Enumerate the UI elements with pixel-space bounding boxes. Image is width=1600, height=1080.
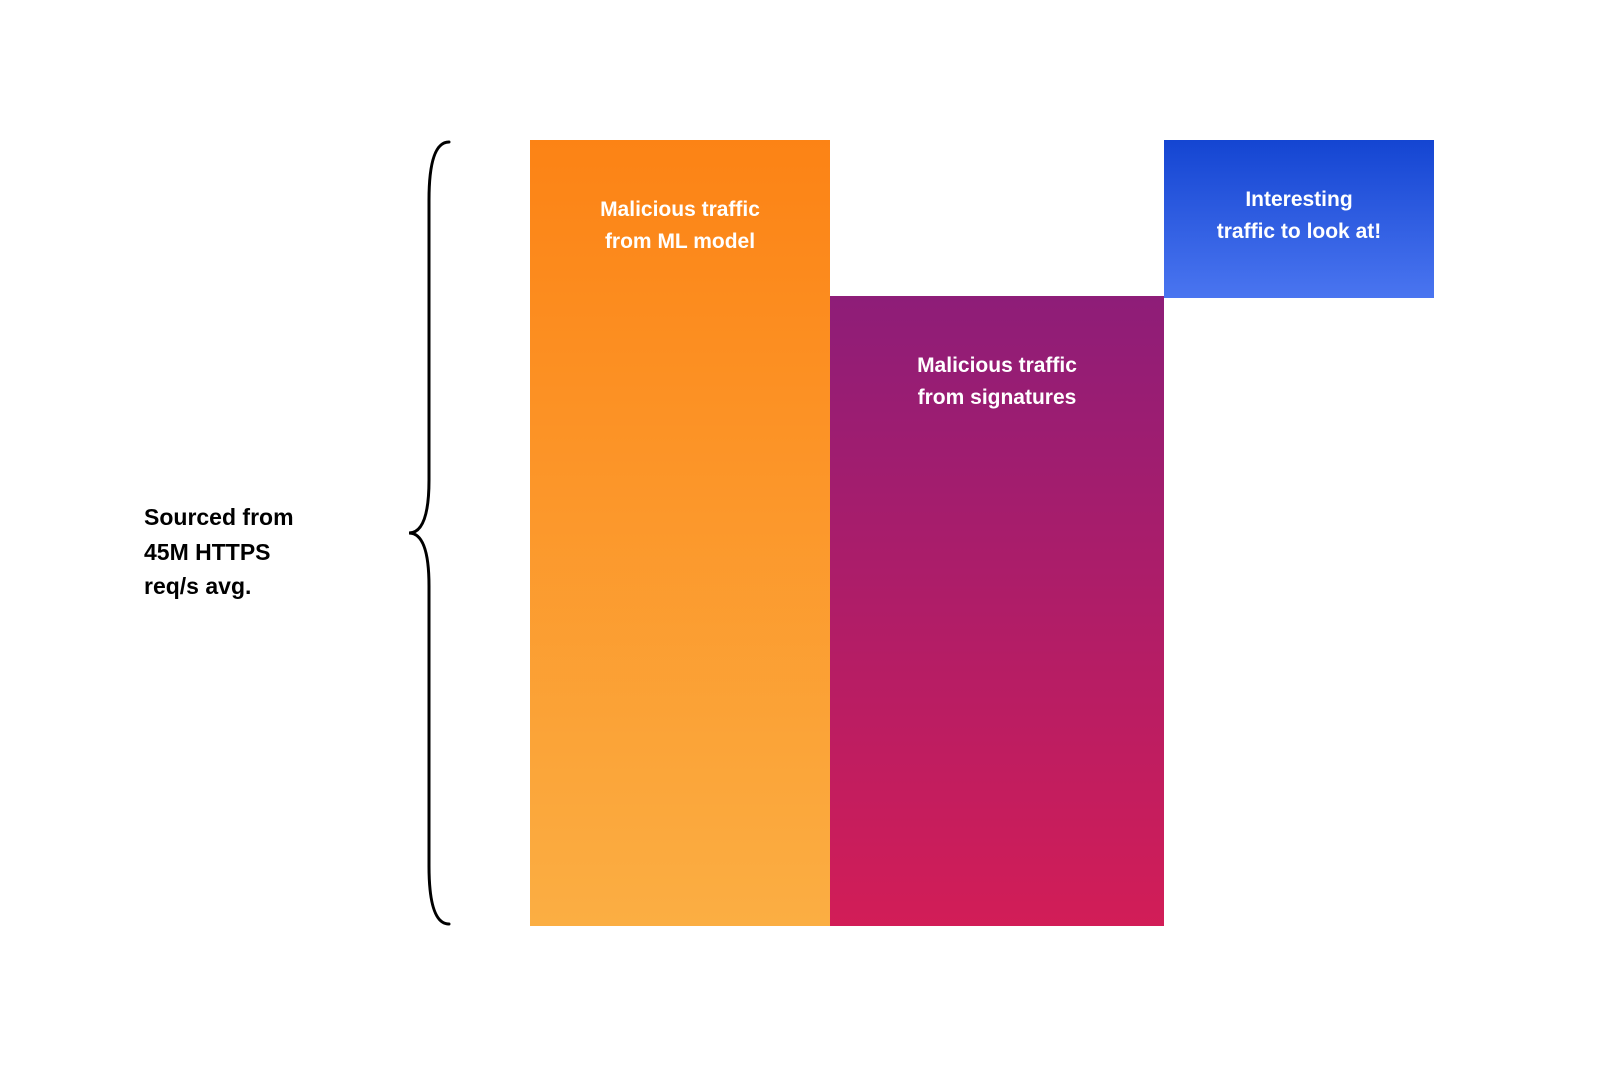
bar-interesting: Interesting traffic to look at!: [1164, 140, 1434, 298]
bar-ml-model-label: Malicious traffic from ML model: [600, 194, 760, 926]
bar-interesting-label: Interesting traffic to look at!: [1217, 184, 1382, 298]
bar-signatures: Malicious traffic from signatures: [830, 296, 1164, 926]
bar-ml-model: Malicious traffic from ML model: [530, 140, 830, 926]
curly-brace-icon: [405, 140, 453, 926]
bars-region: Malicious traffic from ML model Maliciou…: [530, 140, 1510, 926]
source-label: Sourced from 45M HTTPS req/s avg.: [144, 500, 294, 604]
bar-signatures-label: Malicious traffic from signatures: [917, 350, 1077, 926]
diagram-container: Sourced from 45M HTTPS req/s avg. Malici…: [0, 0, 1600, 1080]
